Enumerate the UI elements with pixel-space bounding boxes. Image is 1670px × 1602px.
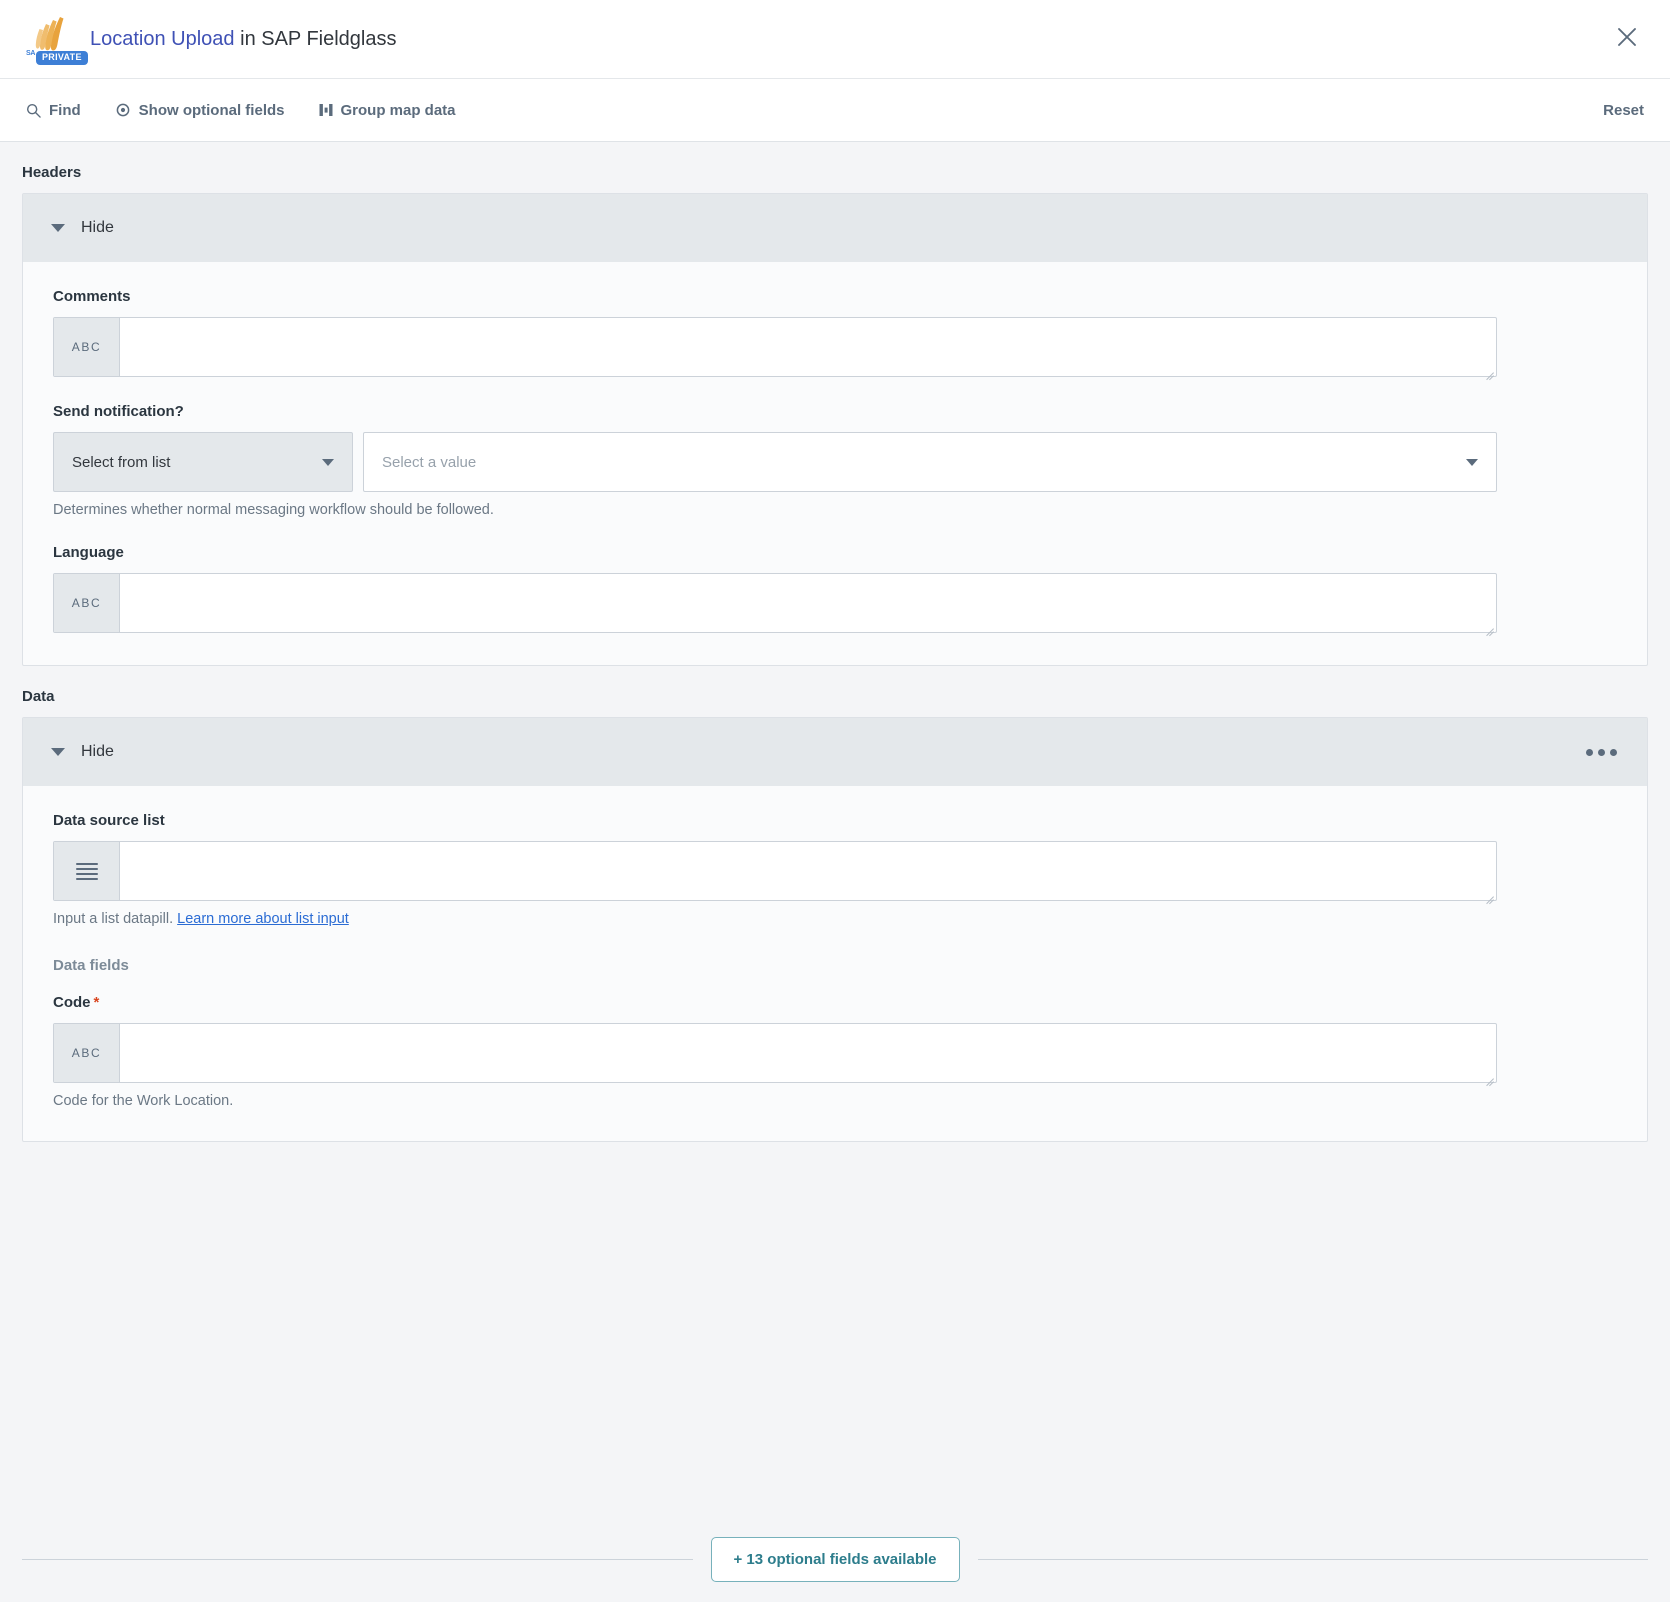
data-source-list-hint-text: Input a list datapill. <box>53 911 173 927</box>
page-title-link[interactable]: Location Upload <box>90 28 235 50</box>
search-icon <box>26 103 41 118</box>
comments-input-row: ABC <box>53 317 1497 377</box>
language-input[interactable] <box>120 574 1496 632</box>
abc-icon: ABC <box>54 574 120 632</box>
field-data-source-list: Data source list Input a list datapill. … <box>53 812 1617 927</box>
bar-chart-icon <box>319 103 333 117</box>
chevron-down-icon <box>51 224 65 232</box>
headers-section-label: Headers <box>22 164 1648 181</box>
send-notification-mode-label: Select from list <box>72 454 170 471</box>
close-icon <box>1616 26 1638 48</box>
headers-collapse-toggle[interactable]: Hide <box>23 194 1647 262</box>
send-notification-mode-select[interactable]: Select from list <box>53 432 353 492</box>
data-source-list-hint: Input a list datapill. Learn more about … <box>53 911 1617 927</box>
send-notification-label: Send notification? <box>53 403 1617 420</box>
language-label: Language <box>53 544 1617 561</box>
code-hint: Code for the Work Location. <box>53 1093 1617 1109</box>
show-optional-fields-label: Show optional fields <box>139 102 285 119</box>
show-optional-fields-button[interactable]: Show optional fields <box>115 102 285 119</box>
page-title: Location Upload in SAP Fieldglass <box>90 28 397 51</box>
field-send-notification: Send notification? Select from list Sele… <box>53 403 1617 518</box>
language-input-row: ABC <box>53 573 1497 633</box>
data-card-body: Data source list Input a list datapill. … <box>23 786 1647 1141</box>
data-section-label: Data <box>22 688 1648 705</box>
code-input-row: ABC <box>53 1023 1497 1083</box>
data-source-list-input[interactable] <box>120 842 1496 900</box>
comments-input[interactable] <box>120 318 1496 376</box>
page-title-suffix: in SAP Fieldglass <box>235 28 397 50</box>
reset-button[interactable]: Reset <box>1603 102 1644 119</box>
optional-fields-footer: + 13 optional fields available <box>0 1516 1670 1602</box>
send-notification-value-select[interactable]: Select a value <box>363 432 1497 492</box>
close-button[interactable] <box>1610 20 1644 54</box>
divider-right <box>978 1559 1649 1560</box>
abc-icon: ABC <box>54 1024 120 1082</box>
data-fields-subheading: Data fields <box>53 957 1617 974</box>
resize-handle[interactable] <box>1483 1069 1494 1080</box>
send-notification-value-placeholder: Select a value <box>382 454 476 471</box>
data-source-list-label: Data source list <box>53 812 1617 829</box>
logo-sa-mark: SA <box>26 50 35 57</box>
data-card: Hide Data source list Input a list d <box>22 717 1648 1142</box>
sap-fieldglass-logo: SA PRIVATE <box>22 11 78 67</box>
data-toggle-label: Hide <box>81 743 114 761</box>
required-asterisk: * <box>94 994 100 1011</box>
code-input[interactable] <box>120 1024 1496 1082</box>
dialog-titlebar: SA PRIVATE Location Upload in SAP Fieldg… <box>0 0 1670 78</box>
field-code: Code* ABC Code for the Work Location. <box>53 994 1617 1109</box>
find-button[interactable]: Find <box>26 102 81 119</box>
group-map-data-button[interactable]: Group map data <box>319 102 456 119</box>
chevron-down-icon <box>322 459 334 466</box>
divider-left <box>22 1559 693 1560</box>
send-notification-hint: Determines whether normal messaging work… <box>53 502 1617 518</box>
eye-icon <box>115 103 131 117</box>
comments-label: Comments <box>53 288 1617 305</box>
field-comments: Comments ABC <box>53 288 1617 377</box>
location-upload-dialog: SA PRIVATE Location Upload in SAP Fieldg… <box>0 0 1670 1602</box>
learn-more-list-input-link[interactable]: Learn more about list input <box>177 911 349 927</box>
action-toolbar: Find Show optional fields Group map data <box>0 78 1670 142</box>
headers-card-body: Comments ABC Send notification? Select f… <box>23 262 1647 665</box>
more-options-icon[interactable] <box>1586 749 1617 756</box>
optional-fields-button[interactable]: + 13 optional fields available <box>711 1537 960 1582</box>
form-content: Headers Hide Comments ABC Sen <box>0 142 1670 1516</box>
headers-card: Hide Comments ABC Send notification? <box>22 193 1648 666</box>
abc-icon: ABC <box>54 318 120 376</box>
resize-handle[interactable] <box>1483 887 1494 898</box>
list-icon <box>54 842 120 900</box>
code-label: Code* <box>53 994 1617 1011</box>
resize-handle[interactable] <box>1483 619 1494 630</box>
group-map-data-label: Group map data <box>341 102 456 119</box>
private-badge: PRIVATE <box>36 51 88 65</box>
data-collapse-toggle[interactable]: Hide <box>23 718 1647 786</box>
headers-toggle-label: Hide <box>81 219 114 237</box>
send-notification-row: Select from list Select a value <box>53 432 1497 492</box>
chevron-down-icon <box>1466 459 1478 466</box>
resize-handle[interactable] <box>1483 363 1494 374</box>
find-label: Find <box>49 102 81 119</box>
field-language: Language ABC <box>53 544 1617 633</box>
data-source-list-input-row <box>53 841 1497 901</box>
code-label-text: Code <box>53 994 91 1011</box>
chevron-down-icon <box>51 748 65 756</box>
